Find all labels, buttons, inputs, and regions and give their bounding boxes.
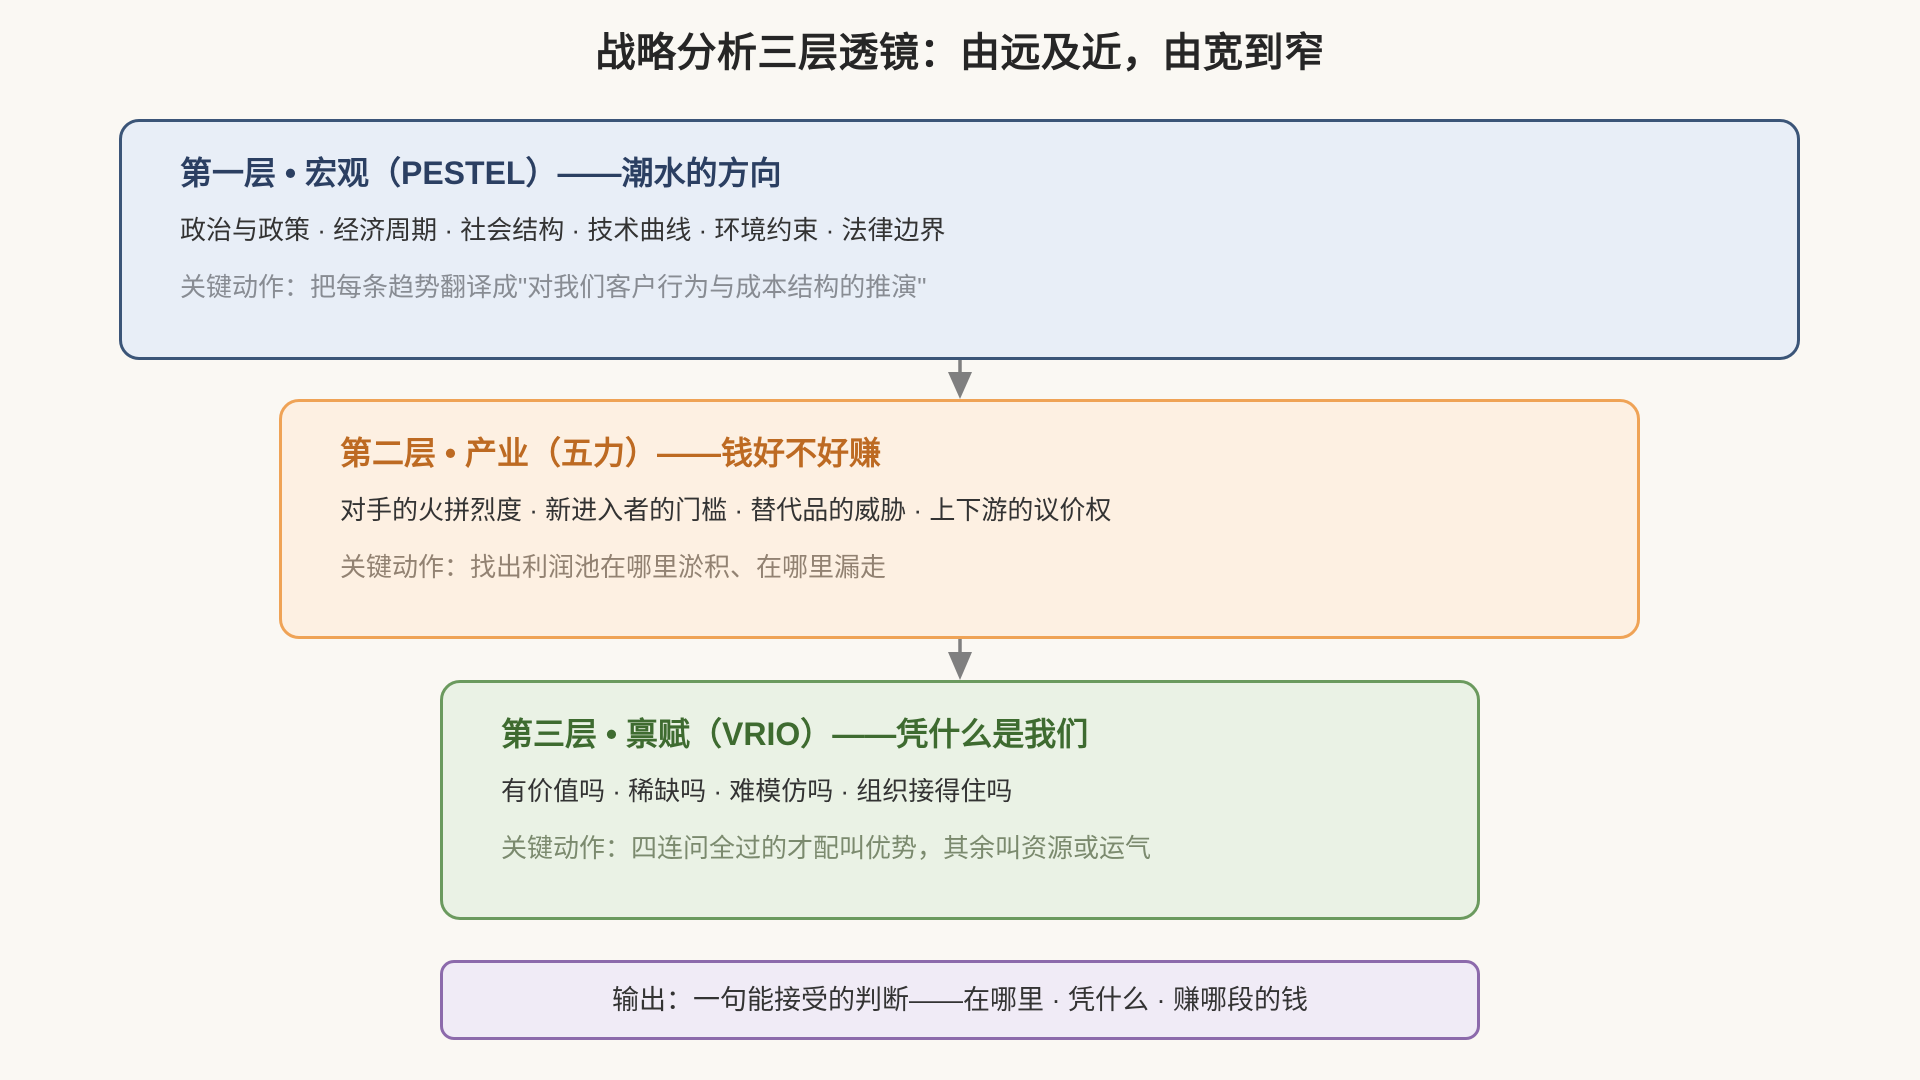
- layer-items: 有价值吗 · 稀缺吗 · 难模仿吗 · 组织接得住吗: [501, 776, 1013, 806]
- layer-endowment-box: 第三层 • 禀赋（VRIO）——凭什么是我们 有价值吗 · 稀缺吗 · 难模仿吗…: [440, 680, 1480, 920]
- output-box: 输出：一句能接受的判断——在哪里 · 凭什么 · 赚哪段的钱: [440, 960, 1480, 1040]
- layer-key-action: 关键动作：把每条趋势翻译成"对我们客户行为与成本结构的推演": [180, 272, 927, 302]
- layer-heading: 第三层 • 禀赋（VRIO）——凭什么是我们: [501, 716, 1089, 752]
- output-text: 输出：一句能接受的判断——在哪里 · 凭什么 · 赚哪段的钱: [612, 985, 1308, 1015]
- down-arrow-icon: [945, 360, 975, 399]
- layer-key-action: 关键动作：四连问全过的才配叫优势，其余叫资源或运气: [501, 833, 1152, 863]
- layer-macro-box: 第一层 • 宏观（PESTEL）——潮水的方向 政治与政策 · 经济周期 · 社…: [119, 119, 1800, 360]
- layer-key-action: 关键动作：找出利润池在哪里淤积、在哪里漏走: [340, 552, 887, 582]
- layer-items: 对手的火拼烈度 · 新进入者的门槛 · 替代品的威胁 · 上下游的议价权: [340, 495, 1112, 525]
- layer-industry-box: 第二层 • 产业（五力）——钱好不好赚 对手的火拼烈度 · 新进入者的门槛 · …: [279, 399, 1640, 639]
- layer-heading: 第二层 • 产业（五力）——钱好不好赚: [340, 435, 881, 471]
- layer-items: 政治与政策 · 经济周期 · 社会结构 · 技术曲线 · 环境约束 · 法律边界: [180, 215, 946, 245]
- diagram-title: 战略分析三层透镜：由远及近，由宽到窄: [595, 31, 1325, 75]
- down-arrow-icon: [945, 639, 975, 680]
- layer-heading: 第一层 • 宏观（PESTEL）——潮水的方向: [180, 155, 782, 191]
